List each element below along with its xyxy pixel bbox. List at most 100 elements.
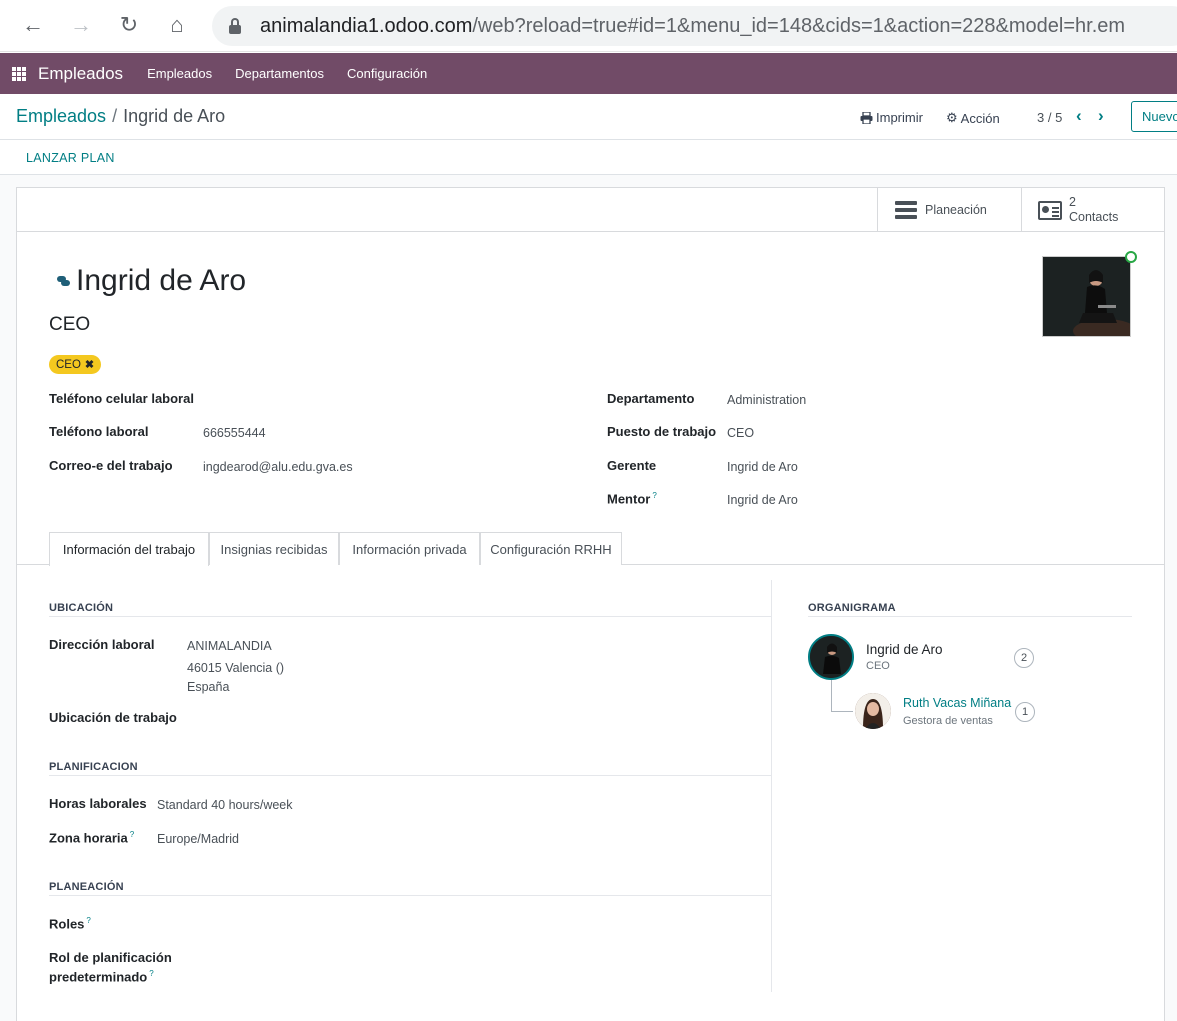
org-sub-avatar[interactable] — [855, 693, 891, 729]
print-label: Imprimir — [876, 110, 923, 125]
tasks-icon — [895, 201, 917, 219]
presence-indicator — [1125, 251, 1137, 263]
smart-buttons-row: Planeación 2 Contacts — [17, 188, 1164, 232]
employee-name[interactable]: Ingrid de Aro — [76, 264, 246, 298]
work-address-line-3: España — [187, 680, 230, 694]
action-button[interactable]: ⚙ Acción — [946, 110, 1000, 126]
planning-smart-button[interactable]: Planeación — [877, 188, 1021, 232]
job-position-value[interactable]: CEO — [727, 426, 754, 440]
org-main-job: CEO — [866, 660, 890, 672]
timezone-value[interactable]: Europe/Madrid — [157, 832, 239, 846]
work-address-label: Dirección laboral — [49, 637, 155, 652]
browser-toolbar: ← → ↻ ⌂ animalandia1.odoo.com/web?reload… — [0, 0, 1177, 52]
tag-label: CEO — [56, 358, 81, 371]
contacts-label: Contacts — [1069, 210, 1119, 224]
breadcrumb-separator: / — [112, 106, 118, 126]
mentor-label: Mentor? — [607, 491, 657, 507]
tab-private-information[interactable]: Información privada — [339, 532, 480, 565]
org-connector — [831, 711, 853, 712]
org-main-count-badge[interactable]: 2 — [1014, 648, 1034, 668]
print-icon — [860, 111, 873, 124]
menu-departamentos[interactable]: Departamentos — [235, 66, 324, 81]
launch-plan-button[interactable]: LANZAR PLAN — [26, 151, 115, 165]
default-role-label-line-1: Rol de planificación — [49, 950, 172, 965]
control-panel: Empleados / Ingrid de Aro Imprimir ⚙ Acció… — [0, 94, 1177, 140]
employee-job-title[interactable]: CEO — [49, 314, 90, 336]
work-location-label: Ubicación de trabajo — [49, 710, 177, 725]
org-main-avatar[interactable] — [808, 634, 854, 680]
form-statusbar: LANZAR PLAN — [0, 141, 1177, 175]
tab-received-badges[interactable]: Insignias recibidas — [209, 532, 339, 565]
help-icon[interactable]: ? — [86, 916, 90, 925]
manager-value[interactable]: Ingrid de Aro — [727, 460, 798, 474]
working-hours-label: Horas laborales — [49, 796, 147, 811]
planning-label: Planeación — [925, 203, 987, 217]
back-arrow-icon[interactable]: ← — [18, 10, 48, 40]
section-divider — [49, 775, 771, 776]
section-planning-roles-title: PLANEACIÓN — [49, 881, 124, 893]
tag-remove-icon[interactable]: ✖ — [85, 358, 94, 371]
menu-empleados[interactable]: Empleados — [147, 66, 212, 81]
apps-grid-icon[interactable] — [12, 66, 26, 81]
job-position-label: Puesto de trabajo — [607, 424, 717, 439]
manager-label: Gerente — [607, 458, 657, 473]
org-sub-count-badge[interactable]: 1 — [1015, 702, 1035, 722]
section-location-title: UBICACIÓN — [49, 602, 114, 614]
breadcrumb-current: Ingrid de Aro — [123, 106, 226, 126]
section-divider — [808, 616, 1132, 617]
help-icon[interactable]: ? — [149, 969, 153, 978]
work-phone-label: Teléfono laboral — [49, 424, 149, 439]
mentor-value[interactable]: Ingrid de Aro — [727, 493, 798, 507]
work-email-label: Correo-e del trabajo — [49, 458, 173, 473]
column-separator — [771, 580, 772, 992]
section-org-chart-title: ORGANIGRAMA — [808, 602, 896, 614]
timezone-label: Zona horaria? — [49, 830, 135, 846]
menu-configuracion[interactable]: Configuración — [347, 66, 427, 81]
address-card-icon — [1038, 200, 1062, 220]
department-value[interactable]: Administration — [727, 393, 806, 407]
address-bar[interactable]: animalandia1.odoo.com/web?reload=true#id… — [212, 6, 1177, 46]
mobile-phone-label: Teléfono celular laboral — [49, 391, 194, 406]
breadcrumb: Empleados / Ingrid de Aro — [16, 106, 225, 127]
contacts-count: 2 — [1069, 195, 1076, 209]
tab-work-information[interactable]: Información del trabajo — [49, 532, 209, 566]
print-button[interactable]: Imprimir — [860, 110, 923, 125]
app-name[interactable]: Empleados — [38, 64, 123, 84]
work-phone-value[interactable]: 666555444 — [203, 426, 266, 440]
new-button[interactable]: Nuevo — [1131, 101, 1177, 132]
help-icon[interactable]: ? — [130, 830, 134, 839]
pager-value[interactable]: 3 / 5 — [1037, 110, 1062, 125]
breadcrumb-parent[interactable]: Empleados — [16, 106, 106, 126]
forward-arrow-icon[interactable]: → — [66, 10, 96, 40]
department-label: Departamento — [607, 391, 695, 406]
section-planning-title: PLANIFICACION — [49, 761, 138, 773]
lock-icon — [228, 18, 242, 34]
section-divider — [49, 895, 771, 896]
chevron-right-icon[interactable]: › — [1098, 106, 1104, 126]
org-connector — [831, 680, 832, 711]
org-main-name[interactable]: Ingrid de Aro — [866, 642, 943, 657]
section-divider — [49, 616, 771, 617]
notebook-tabs: Información del trabajo Insignias recibi… — [17, 532, 1164, 566]
working-hours-value[interactable]: Standard 40 hours/week — [157, 798, 293, 812]
default-role-label-line-2: predeterminado? — [49, 969, 154, 985]
chat-icon[interactable] — [57, 276, 71, 288]
category-tag: CEO ✖ — [49, 355, 102, 374]
main-navbar: Empleados Empleados Departamentos Config… — [0, 53, 1177, 94]
contacts-smart-button[interactable]: 2 Contacts — [1021, 188, 1164, 232]
url-text: animalandia1.odoo.com/web?reload=true#id… — [260, 14, 1126, 37]
tab-hr-settings[interactable]: Configuración RRHH — [480, 532, 622, 565]
home-icon[interactable]: ⌂ — [162, 10, 192, 40]
chevron-left-icon[interactable]: ‹ — [1076, 106, 1082, 126]
employee-photo[interactable] — [1042, 256, 1131, 337]
org-sub-job: Gestora de ventas — [903, 715, 993, 727]
org-sub-name[interactable]: Ruth Vacas Miñana — [903, 696, 1011, 710]
work-address-line-2: 46015 Valencia () — [187, 661, 285, 675]
reload-icon[interactable]: ↻ — [114, 10, 144, 40]
roles-label: Roles? — [49, 916, 91, 932]
work-address-line-1[interactable]: ANIMALANDIA — [187, 639, 272, 653]
work-email-value[interactable]: ingdearod@alu.edu.gva.es — [203, 460, 353, 474]
gear-icon: ⚙ — [946, 110, 958, 125]
action-label: Acción — [960, 110, 1000, 126]
help-icon[interactable]: ? — [652, 491, 656, 500]
